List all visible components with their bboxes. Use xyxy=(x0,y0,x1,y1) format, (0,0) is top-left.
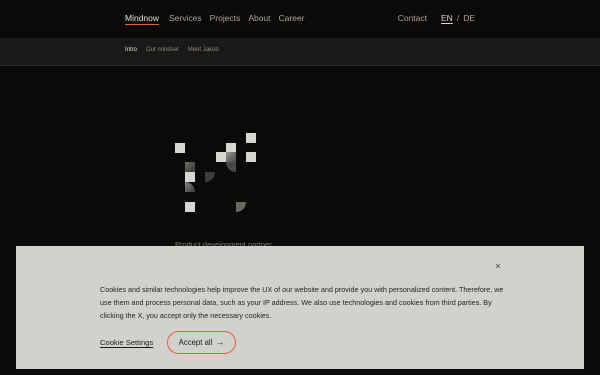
subnav-item-intro[interactable]: Intro xyxy=(125,47,137,53)
logo-pixel xyxy=(175,143,185,153)
language-de[interactable]: DE xyxy=(463,13,475,23)
main-nav-links: Services Projects About Career xyxy=(169,13,305,23)
logo-pixel xyxy=(246,133,256,143)
arrow-right-icon: → xyxy=(215,337,225,347)
accept-all-button[interactable]: Accept all → xyxy=(167,331,236,354)
logo-pixel xyxy=(205,172,215,182)
nav-link-career[interactable]: Career xyxy=(279,13,305,23)
brand-link[interactable]: Mindnow xyxy=(125,13,159,23)
nav-link-about[interactable]: About xyxy=(248,13,270,23)
cookie-consent-text: Cookies and similar technologies help im… xyxy=(100,285,504,320)
nav-link-services[interactable]: Services xyxy=(169,13,202,23)
logo-pixel xyxy=(226,152,236,162)
section-subnav: Intro Our mindset Meet Jakob xyxy=(0,38,600,66)
logo-pixel xyxy=(246,152,256,162)
logo-pixel xyxy=(226,162,236,172)
logo-pixel xyxy=(216,152,226,162)
utility-nav: Contact EN / DE xyxy=(398,13,475,23)
subnav-items: Intro Our mindset Meet Jakob xyxy=(125,47,219,53)
logo-pixel xyxy=(185,172,195,182)
subnav-item-meet-jakob[interactable]: Meet Jakob xyxy=(188,47,219,53)
cookie-settings-link[interactable]: Cookie Settings xyxy=(100,338,153,347)
subnav-item-mindset[interactable]: Our mindset xyxy=(146,47,179,53)
accept-all-label: Accept all xyxy=(178,338,213,347)
logo-pixel xyxy=(185,162,195,172)
logo-pixel xyxy=(185,202,195,212)
logo-pixel xyxy=(236,202,246,212)
language-separator: / xyxy=(456,13,460,23)
nav-link-contact[interactable]: Contact xyxy=(398,13,427,23)
nav-link-projects[interactable]: Projects xyxy=(210,13,241,23)
logo-pixel xyxy=(185,182,195,192)
pixel-logo-animation xyxy=(174,132,256,214)
language-en[interactable]: EN xyxy=(441,13,453,23)
close-icon[interactable]: × xyxy=(491,259,505,273)
top-navigation: Mindnow Services Projects About Career C… xyxy=(0,0,600,38)
